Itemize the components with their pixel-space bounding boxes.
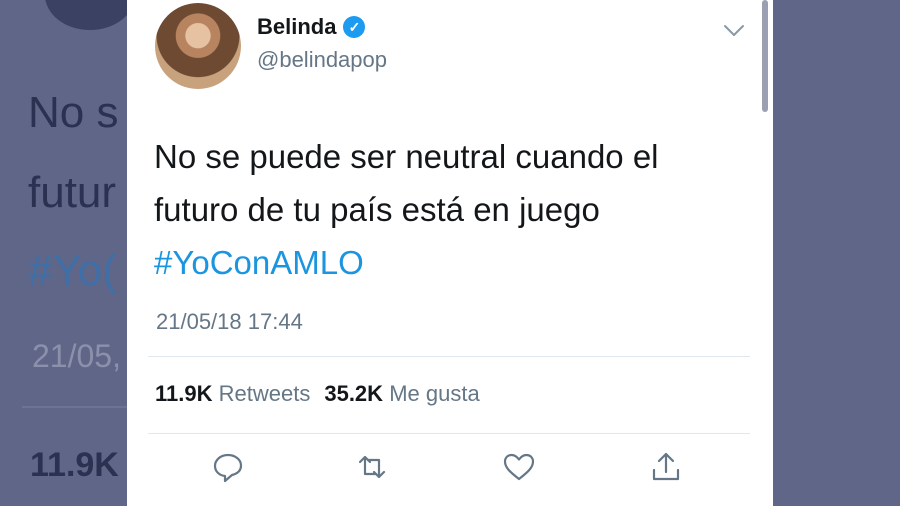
avatar[interactable] <box>155 3 241 89</box>
scrollbar[interactable] <box>762 0 768 112</box>
author-name[interactable]: Belinda <box>257 14 336 40</box>
hashtag-link[interactable]: #YoConAMLO <box>154 236 754 289</box>
background-timestamp: 21/05, <box>32 338 121 374</box>
likes-count: 35.2K <box>324 381 384 406</box>
tweet-actions <box>127 450 773 494</box>
verified-badge-icon: ✓ <box>343 16 366 38</box>
right-backdrop <box>773 0 900 506</box>
divider <box>148 356 750 357</box>
tweet-text-line1: No se puede ser neutral cuando el <box>154 138 659 175</box>
background-count: 11.9K <box>30 446 119 484</box>
background-text-line2: futur <box>28 168 117 217</box>
reply-icon[interactable] <box>211 450 251 490</box>
tweet-card: Belinda ✓ @belindapop No se puede ser ne… <box>127 0 773 506</box>
retweets-stat[interactable]: 11.9K Retweets <box>155 381 310 406</box>
likes-label: Me gusta <box>389 381 480 406</box>
tweet-stats: 11.9K Retweets 35.2K Me gusta <box>155 381 480 407</box>
tweet-text-line2: futuro de tu país está en juego <box>154 191 600 228</box>
background-text-line1: No s <box>28 88 119 137</box>
retweets-label: Retweets <box>218 381 311 406</box>
chevron-down-icon[interactable] <box>723 22 745 38</box>
heart-icon[interactable] <box>502 450 542 490</box>
author-handle[interactable]: @belindapop <box>257 47 387 73</box>
retweet-icon[interactable] <box>355 450 395 490</box>
author-name-row[interactable]: Belinda ✓ <box>257 14 366 40</box>
divider <box>148 433 750 434</box>
background-hashtag: #Yo( <box>28 246 117 295</box>
tweet-text: No se puede ser neutral cuando el futuro… <box>154 130 754 289</box>
background-avatar <box>45 0 135 30</box>
tweet-timestamp[interactable]: 21/05/18 17:44 <box>156 309 303 335</box>
retweets-count: 11.9K <box>155 381 213 406</box>
likes-stat[interactable]: 35.2K Me gusta <box>324 381 479 406</box>
share-icon[interactable] <box>649 450 689 490</box>
